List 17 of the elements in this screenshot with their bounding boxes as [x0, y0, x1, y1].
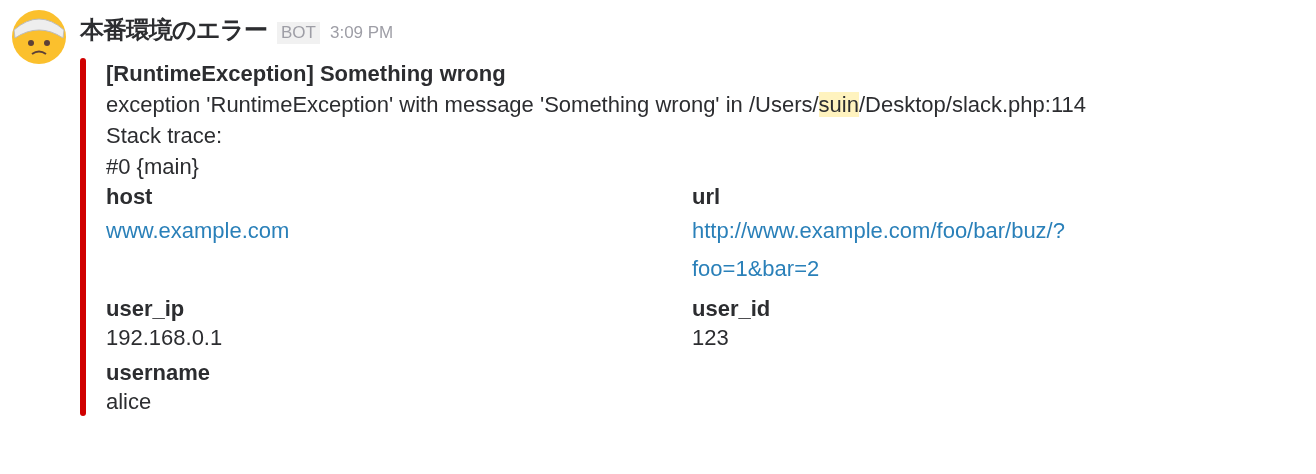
field-title: user_ip: [106, 295, 186, 323]
field-link[interactable]: www.example.com: [106, 212, 479, 250]
field-title: url: [692, 183, 722, 211]
attachment-title: [RuntimeException] Something wrong: [106, 60, 507, 88]
sender-name[interactable]: 本番環境のエラー: [80, 14, 267, 46]
field-title: user_id: [692, 295, 772, 323]
exception-message: exception 'RuntimeException' with message 'Something wrong' in /Users/suin/Desktop/slack.php:114: [106, 91, 1087, 119]
field-link[interactable]: http://www.example.com/foo/bar/buz/?foo=1&bar=2: [692, 212, 1065, 288]
stack-trace-line: Stack trace:: [106, 122, 224, 150]
bot-badge: BOT: [277, 22, 320, 44]
stack-trace-line: #0 {main}: [106, 153, 200, 181]
field-value: 123: [692, 324, 730, 352]
field-title: host: [106, 183, 154, 211]
message-time[interactable]: 3:09 PM: [329, 23, 394, 43]
field-value: 192.168.0.1: [106, 324, 224, 352]
field-title: username: [106, 359, 211, 387]
field-value: alice: [106, 388, 153, 416]
